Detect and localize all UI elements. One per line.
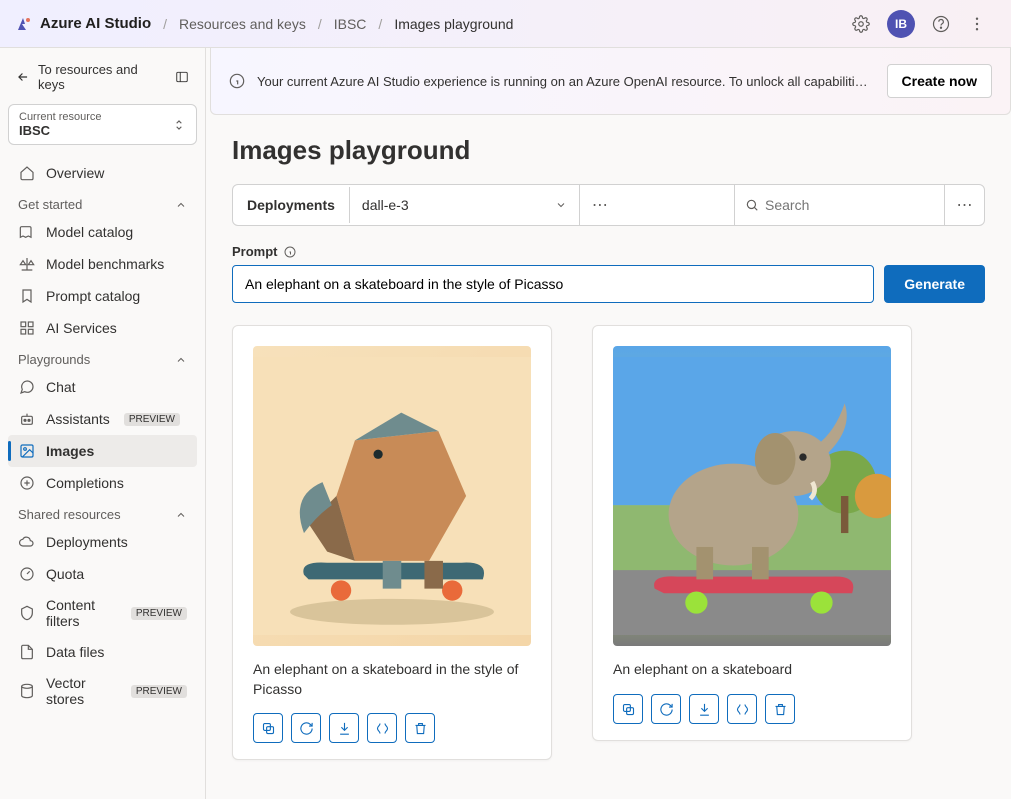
prompt-input[interactable] [232,265,874,303]
resource-selector[interactable]: Current resource IBSC [8,104,197,145]
sidebar-item-images[interactable]: Images [8,435,197,467]
chat-icon [18,378,36,396]
chevron-up-icon [175,354,187,366]
download-icon[interactable] [329,713,359,743]
result-card: An elephant on a skateboard in the style… [232,325,552,760]
sidebar-item-overview[interactable]: Overview [8,157,197,189]
grid-icon [18,319,36,337]
breadcrumb[interactable]: IBSC [334,16,367,32]
breadcrumb[interactable]: Images playground [394,16,513,32]
delete-icon[interactable] [405,713,435,743]
generated-image[interactable] [613,346,891,646]
search-input[interactable] [765,197,946,213]
info-icon[interactable] [284,246,296,258]
prompt-label: Prompt [232,244,985,259]
chevron-down-icon [555,199,567,211]
section-shared[interactable]: Shared resources [8,499,197,526]
sidebar-item-completions[interactable]: Completions [8,467,197,499]
deployment-select[interactable]: dall-e-3 [350,185,580,225]
cloud-icon [18,533,36,551]
result-card: An elephant on a skateboard [592,325,912,741]
sidebar-item-quota[interactable]: Quota [8,558,197,590]
breadcrumb[interactable]: Resources and keys [179,16,306,32]
regenerate-icon[interactable] [651,694,681,724]
robot-icon [18,410,36,428]
top-header: Azure AI Studio / Resources and keys / I… [0,0,1011,48]
sidebar-item-chat[interactable]: Chat [8,371,197,403]
page-title: Images playground [232,135,985,166]
sidebar-item-prompt-catalog[interactable]: Prompt catalog [8,280,197,312]
sidebar-item-ai-services[interactable]: AI Services [8,312,197,344]
file-icon [18,643,36,661]
book-icon [18,223,36,241]
info-banner: Your current Azure AI Studio experience … [210,48,1011,115]
sidebar-item-content-filters[interactable]: Content filtersPREVIEW [8,590,197,636]
settings-icon[interactable] [851,14,871,34]
delete-icon[interactable] [765,694,795,724]
shield-icon [18,604,36,622]
database-icon [18,682,36,700]
toolbar: Deployments dall-e-3 ⋯ ⋯ [232,184,985,226]
code-icon[interactable] [367,713,397,743]
code-icon[interactable] [727,694,757,724]
sidebar-item-assistants[interactable]: AssistantsPREVIEW [8,403,197,435]
toolbar-more-icon[interactable]: ⋯ [580,185,620,225]
generated-image[interactable] [253,346,531,646]
copy-icon[interactable] [613,694,643,724]
deployments-label: Deployments [233,187,350,223]
brand-title[interactable]: Azure AI Studio [40,15,151,32]
collapse-icon[interactable] [175,70,189,84]
result-caption: An elephant on a skateboard in the style… [253,660,531,699]
create-now-button[interactable]: Create now [887,64,992,98]
toolbar-menu-icon[interactable]: ⋯ [944,185,984,225]
search-icon [745,198,759,212]
regenerate-icon[interactable] [291,713,321,743]
section-get-started[interactable]: Get started [8,189,197,216]
azure-logo-icon [16,16,32,32]
sidebar-item-model-benchmarks[interactable]: Model benchmarks [8,248,197,280]
info-icon [229,73,245,89]
text-icon [18,474,36,492]
user-avatar[interactable]: IB [887,10,915,38]
help-icon[interactable] [931,14,951,34]
arrow-left-icon [16,70,30,84]
home-icon [18,164,36,182]
image-icon [18,442,36,460]
chevron-up-icon [175,509,187,521]
unfold-icon [172,118,186,132]
search-box[interactable] [734,185,944,225]
more-icon[interactable] [967,14,987,34]
main: Your current Azure AI Studio experience … [206,48,1011,799]
download-icon[interactable] [689,694,719,724]
sidebar-item-vector-stores[interactable]: Vector storesPREVIEW [8,668,197,714]
chevron-up-icon [175,199,187,211]
bookmark-icon [18,287,36,305]
sidebar-item-data-files[interactable]: Data files [8,636,197,668]
generate-button[interactable]: Generate [884,265,985,303]
section-playgrounds[interactable]: Playgrounds [8,344,197,371]
copy-icon[interactable] [253,713,283,743]
gauge-icon [18,565,36,583]
banner-message: Your current Azure AI Studio experience … [257,74,875,89]
result-caption: An elephant on a skateboard [613,660,891,680]
back-to-resources[interactable]: To resources and keys [8,56,197,98]
sidebar: To resources and keys Current resource I… [0,48,206,799]
sidebar-item-model-catalog[interactable]: Model catalog [8,216,197,248]
sidebar-item-deployments[interactable]: Deployments [8,526,197,558]
scale-icon [18,255,36,273]
